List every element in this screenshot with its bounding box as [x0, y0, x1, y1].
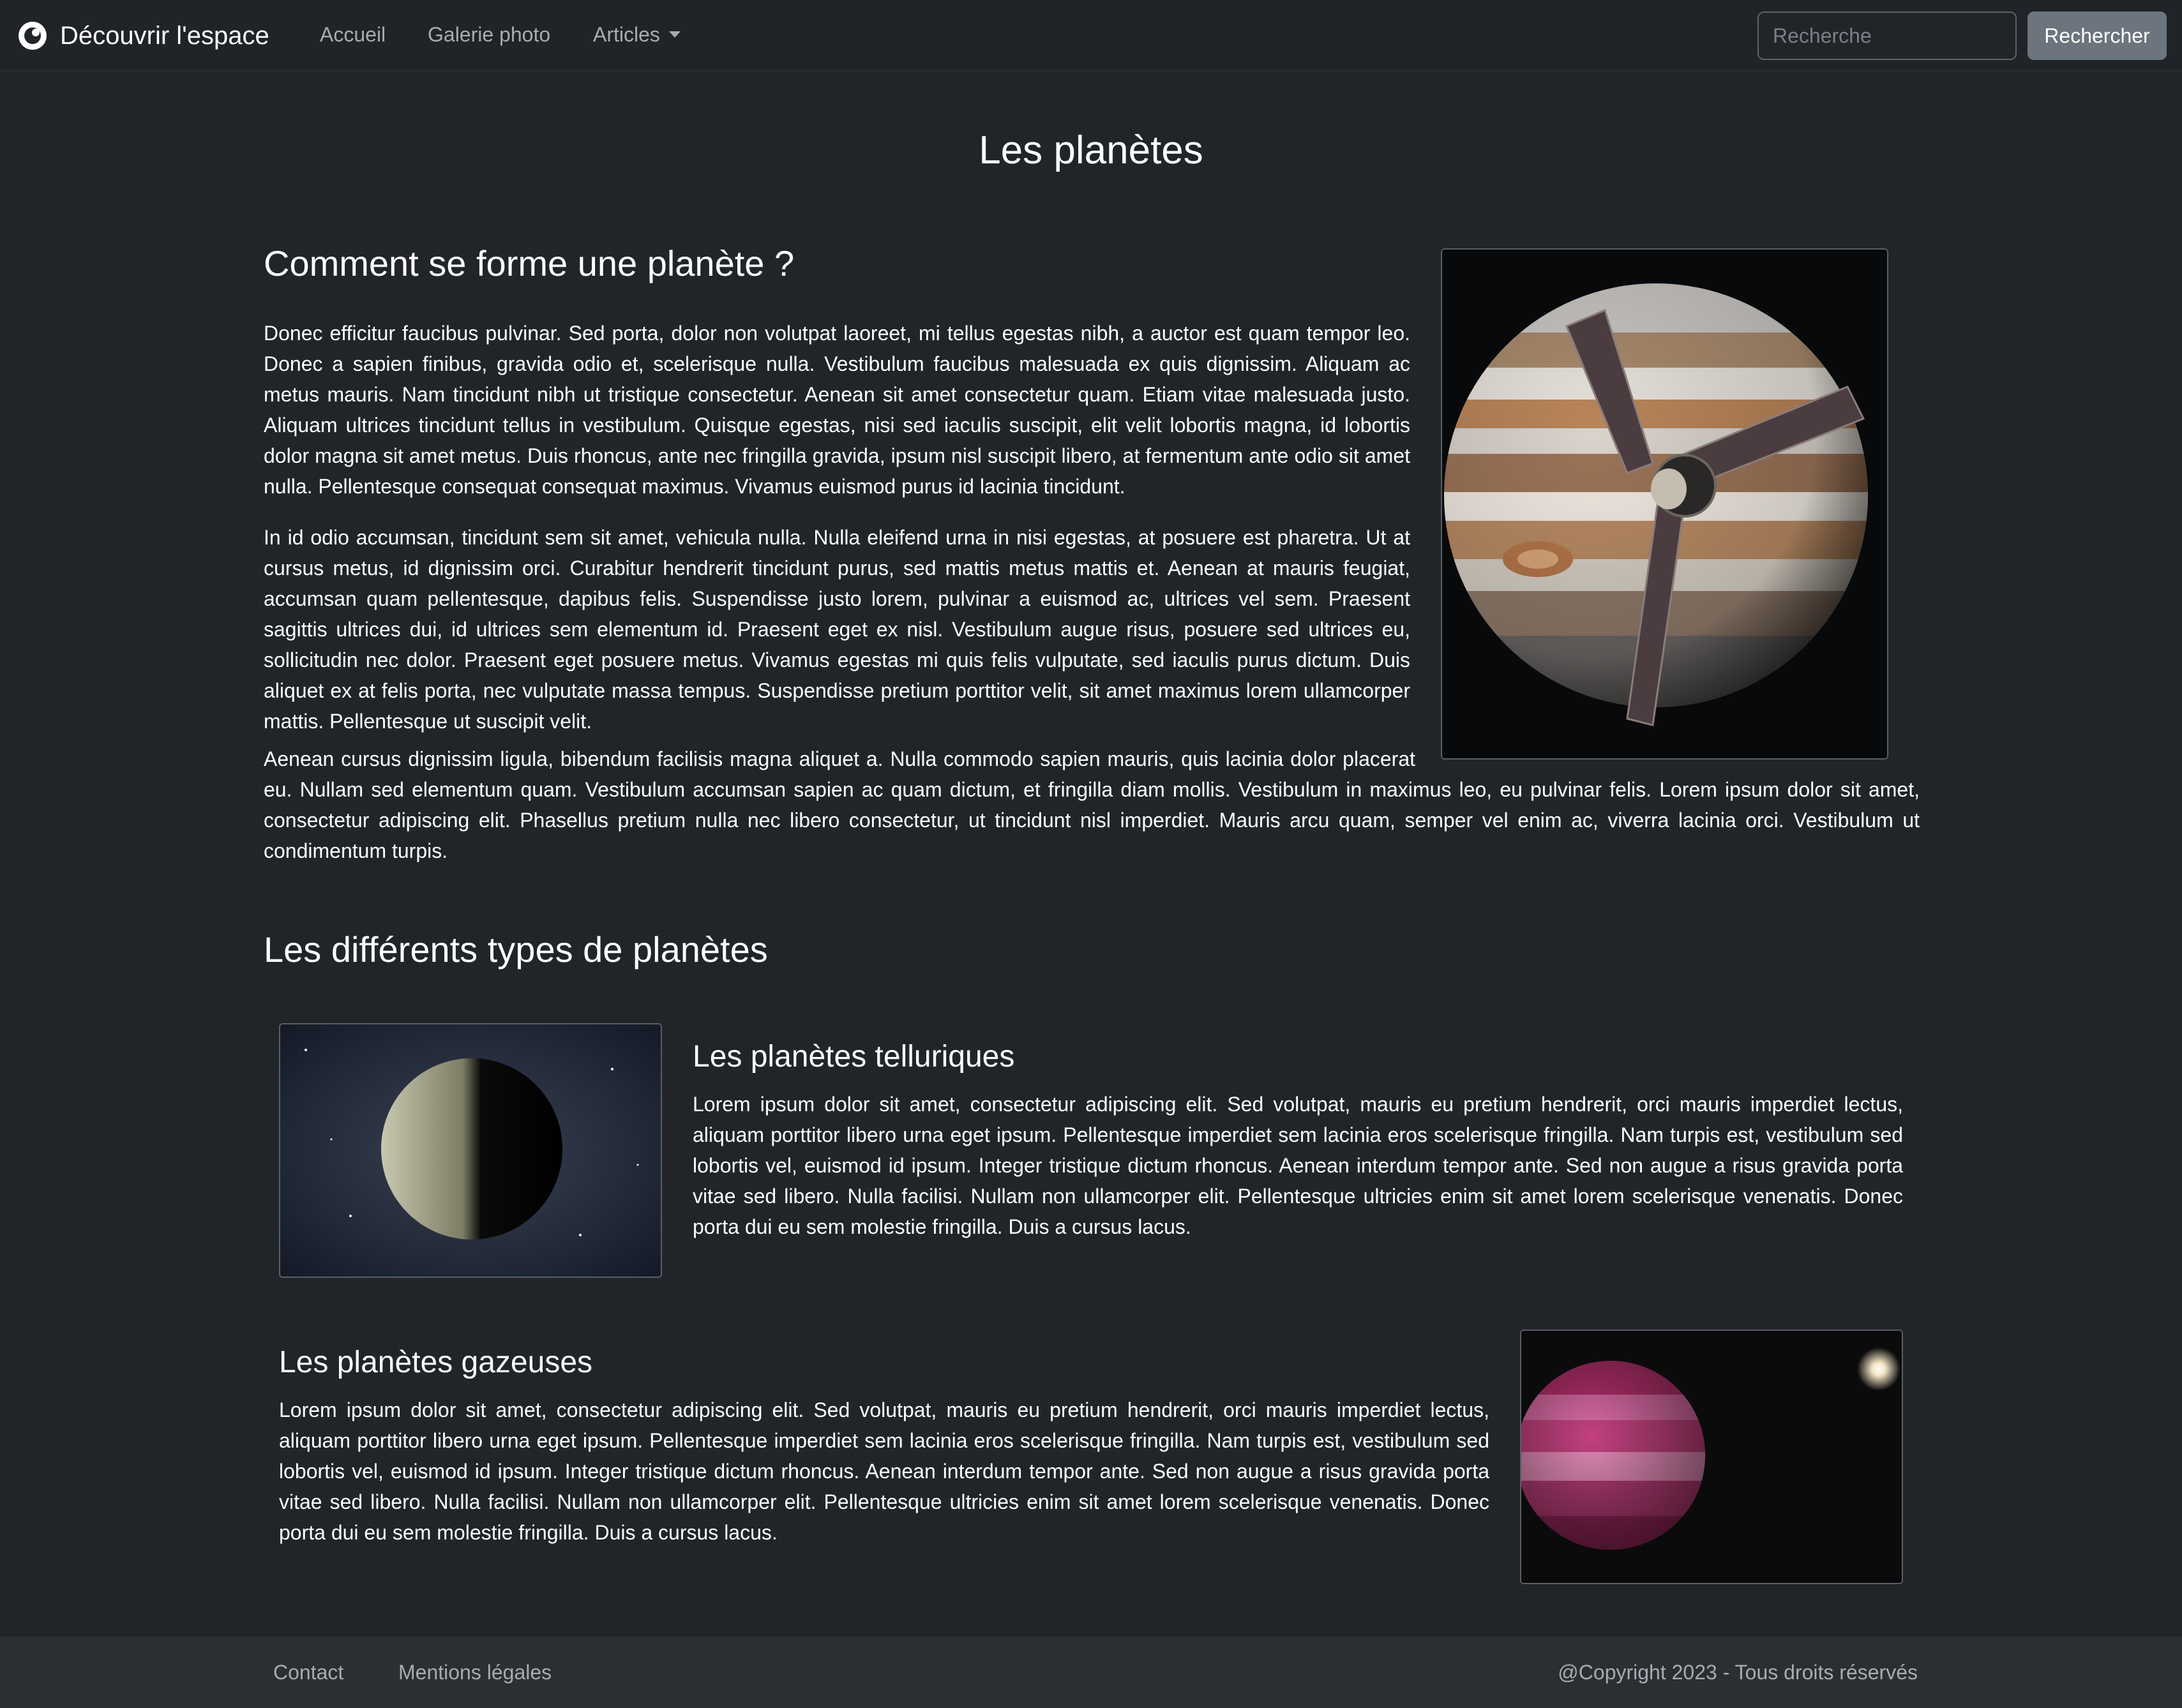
- jupiter-juno-image: [1441, 248, 1888, 760]
- caret-down-icon: [668, 31, 681, 38]
- telluric-planet-illustration: [280, 1024, 661, 1277]
- paragraph-1: Donec efficitur faucibus pulvinar. Sed p…: [264, 322, 1410, 498]
- section-title-formation: Comment se forme une planète ?: [264, 243, 795, 283]
- card-text-telluric: Lorem ipsum dolor sit amet, consectetur …: [693, 1093, 1903, 1238]
- telluric-planet-image: [279, 1023, 662, 1278]
- footer-link-contact[interactable]: Contact: [273, 1661, 343, 1684]
- card-text-gaseous: Lorem ipsum dolor sit amet, consectetur …: [279, 1398, 1489, 1544]
- nav-dropdown-articles[interactable]: Articles: [593, 23, 681, 47]
- footer-link-mentions-legales[interactable]: Mentions légales: [398, 1661, 552, 1684]
- brand-name: Découvrir l'espace: [60, 21, 269, 50]
- paragraph-3-text: Aenean cursus dignissim ligula, bibendum…: [264, 747, 1920, 862]
- nav-link-accueil[interactable]: Accueil: [320, 23, 386, 47]
- section-title-types: Les différents types de planètes: [264, 929, 768, 970]
- page-footer: Contact Mentions légales @Copyright 2023…: [0, 1637, 2182, 1708]
- jupiter-spacecraft-illustration: [1442, 250, 1887, 758]
- card-title-gaseous: Les planètes gazeuses: [279, 1345, 593, 1379]
- gas-planet-image: [1520, 1330, 1903, 1584]
- page-title: Les planètes: [979, 128, 1203, 172]
- eye-logo-icon: [19, 22, 47, 50]
- nav-link-galerie-photo[interactable]: Galerie photo: [428, 23, 550, 47]
- copyright-notice: @Copyright 2023 - Tous droits réservés: [1558, 1661, 1918, 1684]
- top-navbar: Découvrir l'espace Accueil Galerie photo…: [0, 0, 2182, 71]
- gas-planet-illustration: [1521, 1331, 1902, 1583]
- search-input[interactable]: [1757, 11, 2017, 60]
- search-button[interactable]: Rechercher: [2028, 11, 2167, 60]
- paragraph-2: In id odio accumsan, tincidunt sem sit a…: [264, 526, 1410, 733]
- nav-dropdown-label: Articles: [593, 23, 660, 46]
- card-title-telluric: Les planètes telluriques: [693, 1040, 1015, 1074]
- brand-link[interactable]: Découvrir l'espace: [18, 17, 269, 55]
- paragraph-3: Aenean cursus dignissim ligula, bibendum…: [264, 744, 1920, 866]
